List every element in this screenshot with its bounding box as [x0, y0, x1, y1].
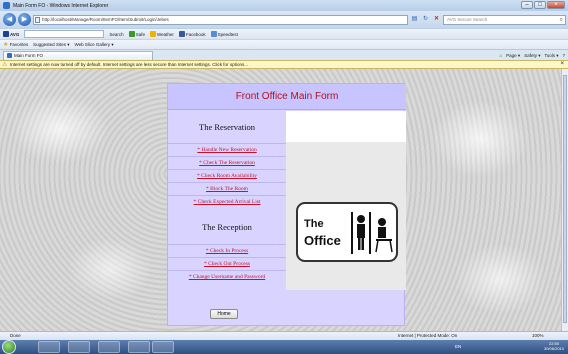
logo-text-the: The — [304, 218, 324, 230]
tools-menu[interactable]: Tools ▾ — [544, 51, 558, 60]
address-text: http://localhost/Manage/Room/ItemFO/Item… — [42, 16, 169, 22]
the-office-logo: The Office — [296, 202, 398, 262]
taskbar-word-icon[interactable] — [152, 341, 174, 353]
facebook-button[interactable]: Facebook — [178, 31, 206, 37]
window-title: Main Form FO - Windows Internet Explorer — [13, 2, 109, 9]
taskbar-media-icon[interactable] — [98, 341, 120, 353]
toolbar-search-label: Search — [109, 31, 124, 37]
refresh-icon[interactable]: ↻ — [421, 15, 430, 24]
avg-label: AVG — [10, 31, 20, 37]
suggested-sites-link[interactable]: Suggested Sites ▾ — [33, 42, 69, 48]
scrollbar-thumb[interactable] — [563, 75, 567, 323]
web-slice-gallery-link[interactable]: Web Slice Gallery ▾ — [74, 42, 113, 48]
weather-button[interactable]: Weather — [149, 31, 174, 37]
facebook-label: Facebook — [185, 31, 206, 37]
status-bar: Done Internet | Protected Mode: On 100% — [0, 331, 568, 340]
link-block-the-room[interactable]: * Block The Room — [168, 182, 286, 195]
address-bar[interactable]: http://localhost/Manage/Room/ItemFO/Item… — [33, 14, 408, 25]
taskbar: EN 22:50 30/06/2010 — [0, 340, 568, 354]
security-zone[interactable]: Internet | Protected Mode: On — [398, 332, 457, 340]
compatibility-icon[interactable]: ▤ — [410, 15, 419, 24]
clock-date: 30/06/2010 — [543, 346, 564, 351]
window-controls: – □ × — [521, 1, 565, 9]
favorites-bar: ★ Favorites Suggested Sites ▾ Web Slice … — [0, 39, 568, 49]
reservation-heading: The Reservation — [199, 122, 255, 132]
link-check-room-availability[interactable]: * Check Room Availability — [168, 169, 286, 182]
search-icon[interactable]: ⌕ — [560, 16, 563, 24]
title-bar: Main Form FO - Windows Internet Explorer… — [0, 0, 568, 11]
page-menu[interactable]: Page ▾ — [506, 51, 520, 60]
taskbar-explorer-icon[interactable] — [68, 341, 90, 353]
safety-menu[interactable]: Safety ▾ — [524, 51, 540, 60]
link-check-in-process[interactable]: * Check In Process — [168, 244, 286, 257]
toolbar-search-button[interactable]: Search — [109, 32, 123, 37]
safe-button[interactable]: Safe — [128, 31, 145, 37]
tab-row: Main Form FO ⌂ Page ▾ Safety ▾ Tools ▾ ? — [0, 49, 568, 60]
page-content: Front Office Main Form The Reservation *… — [0, 69, 568, 331]
stop-icon[interactable]: ✕ — [432, 15, 441, 24]
navigation-bar: ◀ ▶ http://localhost/Manage/Room/ItemFO/… — [0, 11, 568, 28]
tab-label: Main Form FO — [14, 52, 44, 58]
star-icon: ★ — [3, 42, 9, 48]
language-indicator[interactable]: EN — [455, 340, 461, 354]
search-input[interactable]: AVG Secure Search ⌕ — [443, 14, 566, 25]
safe-label: Safe — [135, 31, 145, 37]
main-form: Front Office Main Form The Reservation *… — [167, 83, 406, 327]
zoom-level[interactable]: 100% — [532, 332, 544, 340]
weather-label: Weather — [156, 31, 174, 37]
menu-column: The Reservation * Handle New Reservation… — [168, 111, 286, 327]
top-panel — [286, 111, 406, 142]
home-icon[interactable]: ⌂ — [499, 51, 502, 60]
favorites-label: Favorites — [9, 42, 29, 47]
link-change-username-password[interactable]: * Change Username and Password — [168, 270, 286, 283]
information-bar[interactable]: ⚠ Internet settings are now turned off b… — [0, 60, 568, 69]
status-text: Done — [10, 333, 21, 338]
avg-toolbar: AVG Search Safe Weather Facebook Speedte… — [0, 28, 568, 39]
toolbar-search-input[interactable] — [24, 30, 105, 38]
favorites-button[interactable]: ★ Favorites — [3, 41, 28, 48]
link-check-out-process[interactable]: * Check Out Process — [168, 257, 286, 270]
close-infobar-icon[interactable]: × — [560, 61, 564, 68]
speedtest-label: Speedtest — [217, 31, 238, 37]
close-button[interactable]: × — [547, 1, 565, 9]
command-bar: ⌂ Page ▾ Safety ▾ Tools ▾ ? — [499, 51, 565, 60]
favicon-icon — [7, 53, 12, 58]
speedtest-button[interactable]: Speedtest — [210, 31, 238, 37]
back-button[interactable]: ◀ — [3, 13, 16, 26]
tab-main-form[interactable]: Main Form FO — [3, 50, 153, 60]
form-title: Front Office Main Form — [168, 84, 406, 110]
link-check-expected-arrival-list[interactable]: * Check Expected Arrival List — [168, 195, 286, 208]
forward-button[interactable]: ▶ — [18, 13, 31, 26]
maximize-button[interactable]: □ — [534, 1, 546, 9]
reception-heading: The Reception — [202, 222, 252, 232]
shield-icon: ⚠ — [2, 62, 8, 68]
office-workers-icon — [351, 212, 393, 254]
link-handle-new-reservation[interactable]: * Handle New Reservation — [168, 143, 286, 156]
help-icon[interactable]: ? — [562, 51, 565, 60]
search-placeholder: AVG Secure Search — [447, 16, 488, 22]
taskbar-paint-icon[interactable] — [128, 341, 150, 353]
page-icon — [35, 16, 40, 23]
logo-text-office: Office — [304, 233, 341, 248]
avg-logo[interactable]: AVG — [3, 31, 19, 37]
infobar-text: Internet settings are now turned off by … — [10, 62, 249, 67]
taskbar-ie-icon[interactable] — [38, 341, 60, 353]
vertical-scrollbar[interactable] — [561, 69, 568, 331]
ie-icon — [3, 2, 10, 9]
minimize-button[interactable]: – — [521, 1, 533, 9]
system-clock[interactable]: 22:50 30/06/2010 — [544, 341, 564, 351]
home-button[interactable]: Home — [210, 309, 238, 319]
start-button[interactable] — [2, 340, 16, 354]
link-check-the-reservation[interactable]: * Check The Reservation — [168, 156, 286, 169]
